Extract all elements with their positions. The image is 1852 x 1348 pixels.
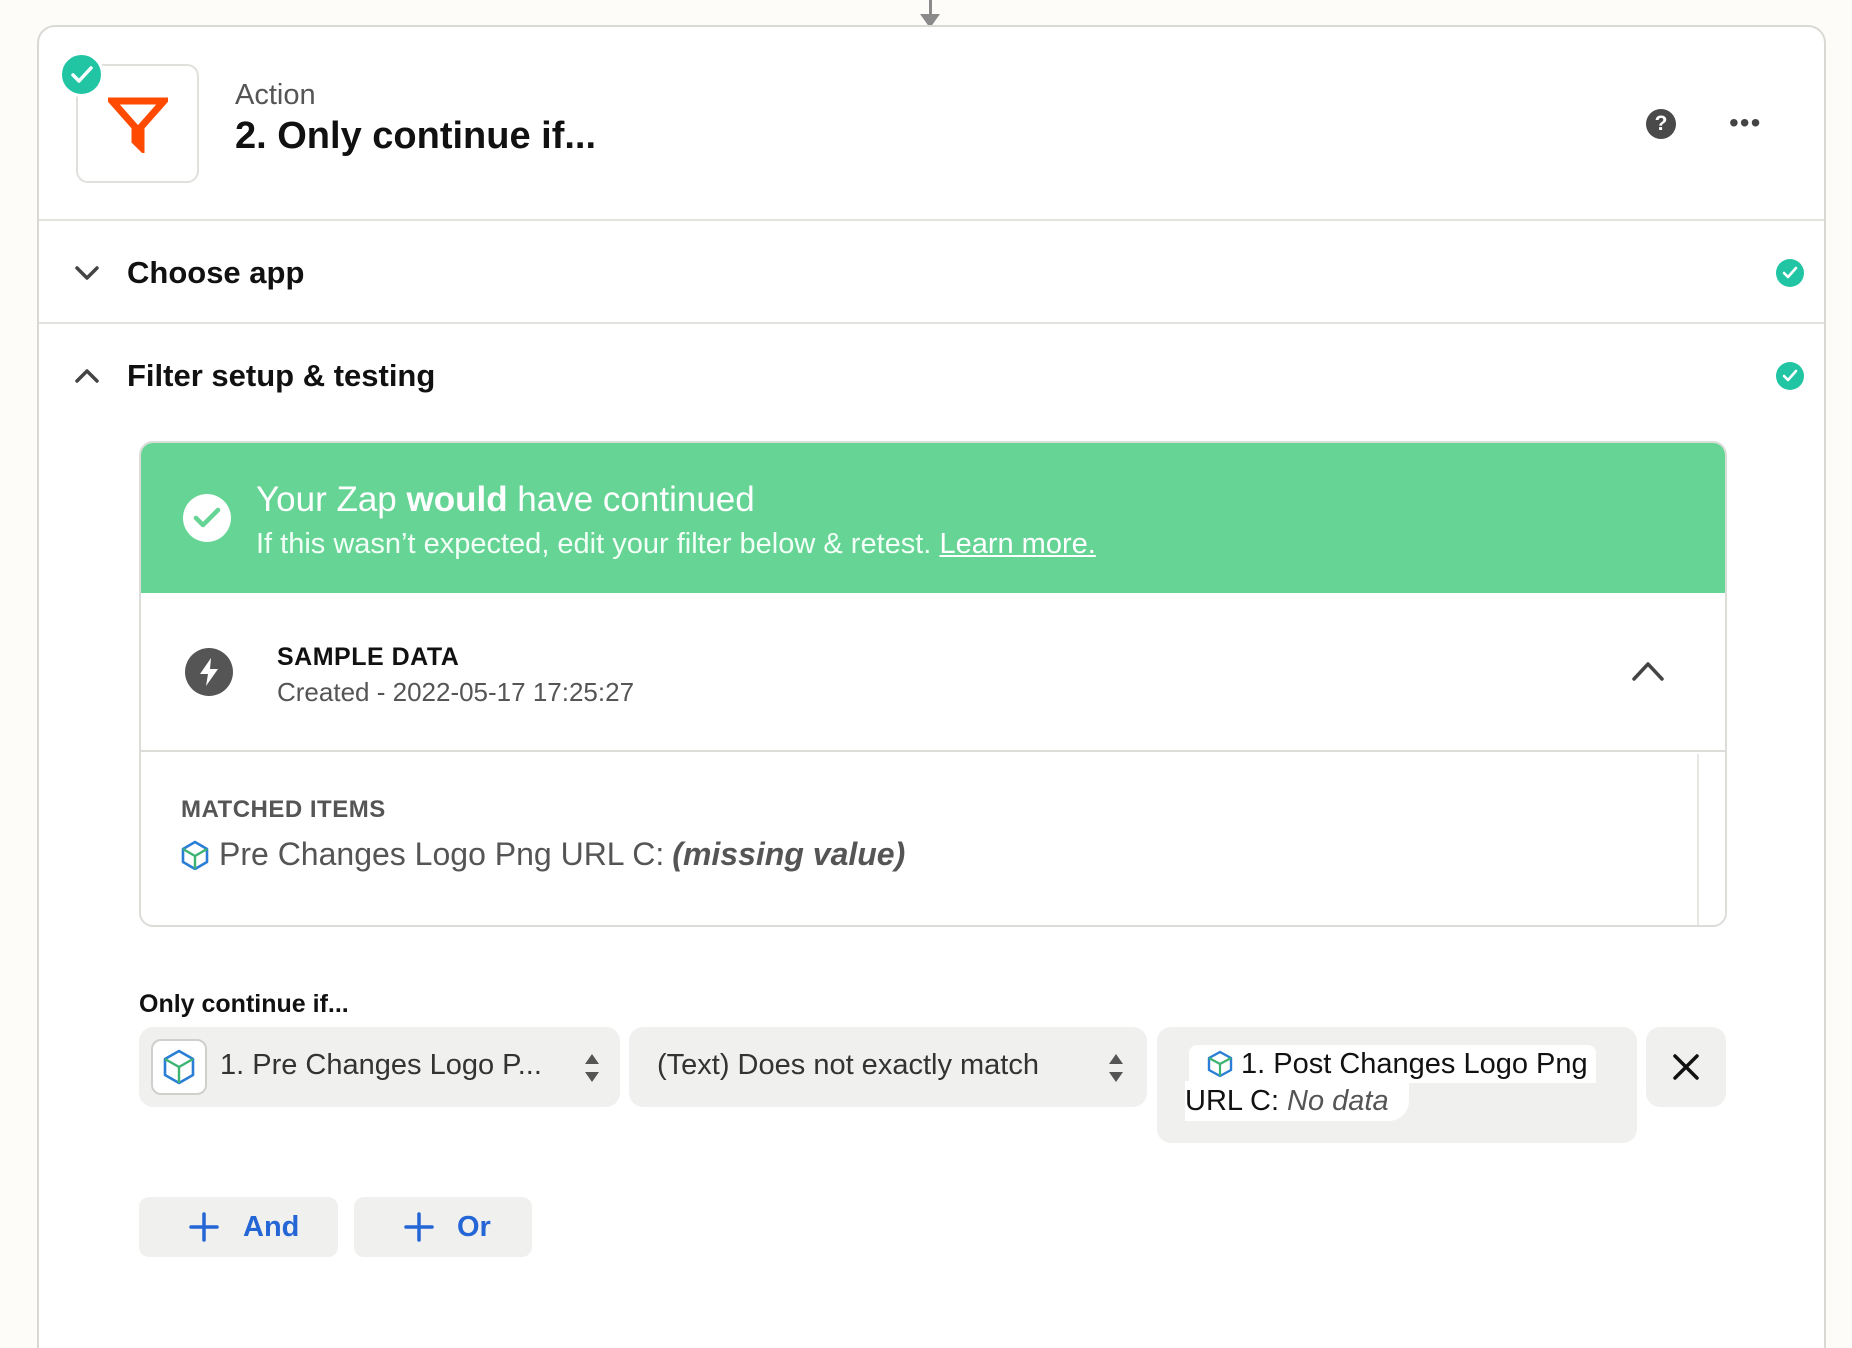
value-token-continued: URL C: No data: [1185, 1081, 1409, 1121]
help-icon[interactable]: ?: [1646, 109, 1676, 139]
cube-icon: [181, 840, 209, 870]
matched-items-section: MATCHED ITEMS Pre Changes Logo Png URL C…: [141, 754, 1725, 925]
value-token[interactable]: 1. Post Changes Logo Png: [1189, 1045, 1596, 1083]
select-arrows-icon: [1109, 1054, 1123, 1082]
section-label-filter-setup: Filter setup & testing: [127, 357, 436, 393]
result-subtext: If this wasn’t expected, edit your filte…: [256, 528, 1096, 560]
bolt-icon: [185, 648, 233, 696]
result-headline: Your Zap would have continued: [256, 480, 755, 519]
sample-data-row[interactable]: SAMPLE DATA Created - 2022-05-17 17:25:2…: [141, 593, 1725, 752]
chevron-down-icon[interactable]: [71, 257, 103, 289]
result-banner: Your Zap would have continued If this wa…: [141, 443, 1725, 593]
filter-icon: [107, 97, 168, 153]
test-result-panel: Your Zap would have continued If this wa…: [139, 441, 1727, 927]
section-choose-app[interactable]: Choose app: [39, 223, 1824, 324]
check-circle-icon: [183, 494, 231, 542]
cube-icon: [1207, 1050, 1233, 1078]
step-card: Action 2. Only continue if... ? ••• Choo…: [37, 25, 1826, 1348]
check-circle-icon: [1776, 361, 1804, 390]
filter-field-value: 1. Pre Changes Logo P...: [220, 1049, 542, 1081]
cube-icon: [151, 1039, 207, 1095]
scrollbar[interactable]: [1697, 754, 1725, 925]
sample-data-title: SAMPLE DATA: [277, 643, 460, 671]
matched-item: Pre Changes Logo Png URL C: (missing valu…: [181, 836, 905, 873]
chevron-up-icon[interactable]: [1630, 659, 1666, 683]
section-label-choose-app: Choose app: [127, 254, 305, 290]
filter-value-input[interactable]: 1. Post Changes Logo Png URL C: No data: [1157, 1027, 1637, 1143]
step-type-label: Action: [235, 79, 316, 111]
only-continue-label: Only continue if...: [139, 990, 349, 1018]
more-icon[interactable]: •••: [1729, 107, 1761, 139]
filter-condition-value: (Text) Does not exactly match: [657, 1049, 1039, 1081]
filter-field-select[interactable]: 1. Pre Changes Logo P...: [139, 1027, 620, 1107]
step-title[interactable]: 2. Only continue if...: [235, 115, 596, 158]
plus-icon: [404, 1212, 434, 1242]
add-or-button[interactable]: Or: [354, 1197, 532, 1257]
learn-more-link[interactable]: Learn more.: [939, 528, 1095, 560]
remove-condition-button[interactable]: [1646, 1027, 1726, 1107]
step-header[interactable]: Action 2. Only continue if... ? •••: [39, 27, 1824, 221]
step-complete-check-icon: [59, 52, 104, 97]
select-arrows-icon: [585, 1054, 599, 1082]
check-circle-icon: [1776, 258, 1804, 287]
chevron-up-icon[interactable]: [71, 360, 103, 392]
filter-condition-select[interactable]: (Text) Does not exactly match: [629, 1027, 1147, 1107]
close-icon: [1673, 1054, 1699, 1080]
plus-icon: [189, 1212, 219, 1242]
add-and-button[interactable]: And: [139, 1197, 338, 1257]
section-filter-setup[interactable]: Filter setup & testing: [39, 325, 1824, 426]
matched-items-title: MATCHED ITEMS: [181, 796, 386, 823]
sample-data-created: Created - 2022-05-17 17:25:27: [277, 677, 635, 707]
